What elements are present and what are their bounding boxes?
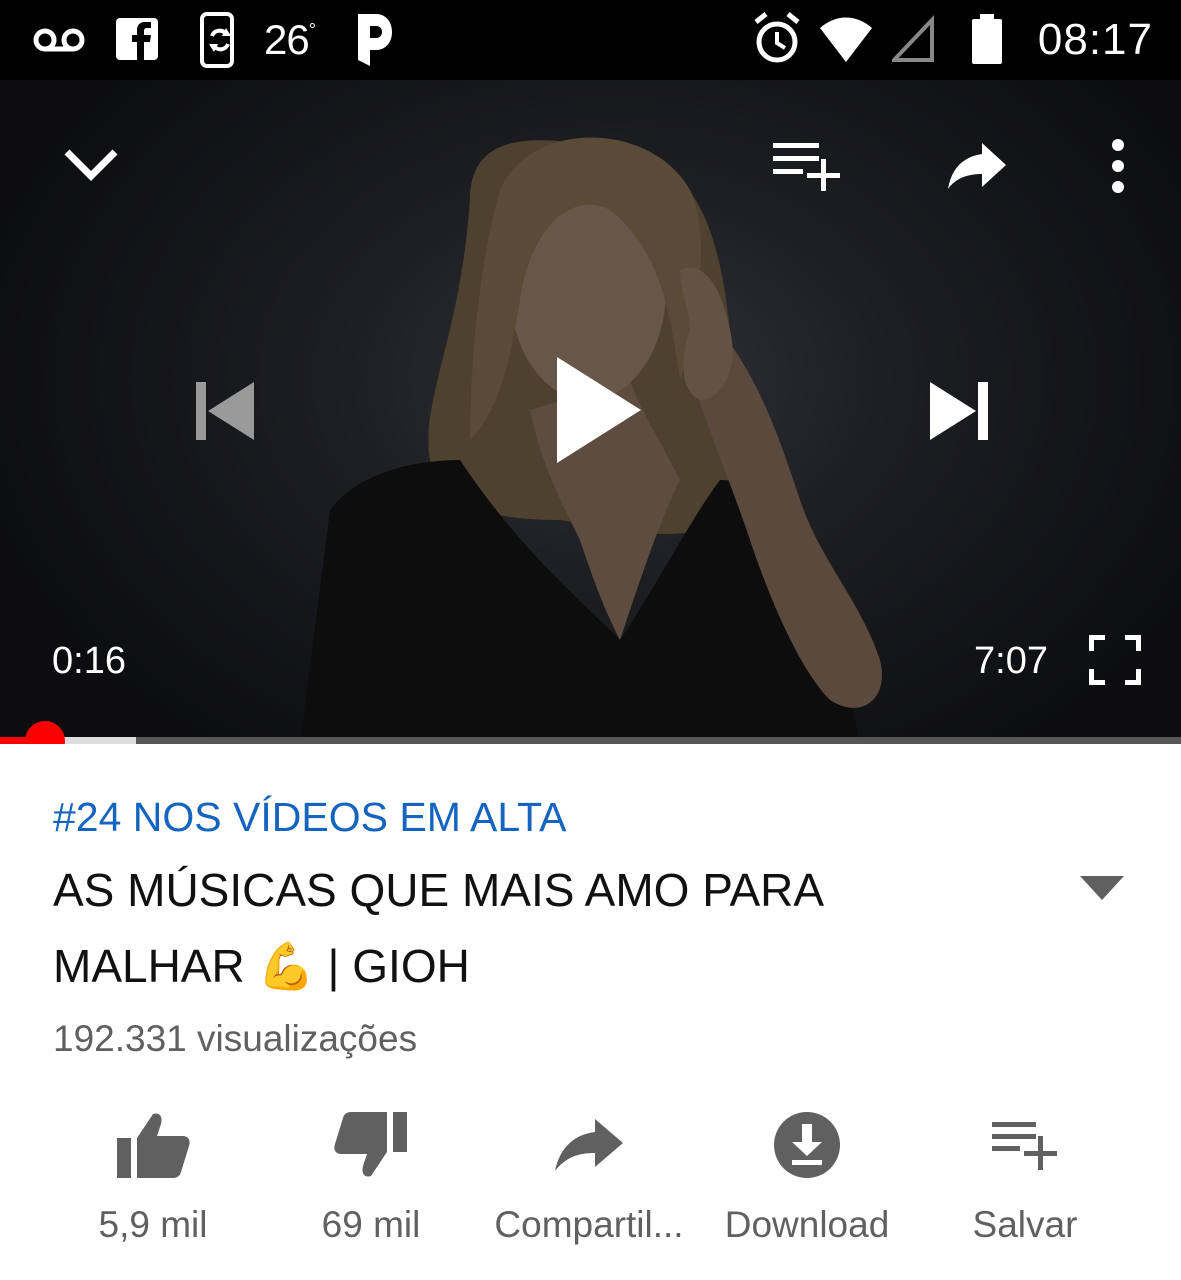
current-time: 0:16 bbox=[52, 640, 126, 682]
cell-signal-icon bbox=[892, 14, 934, 62]
download-icon-wrap bbox=[702, 1100, 912, 1190]
download-button[interactable]: Download bbox=[702, 1100, 912, 1260]
collapse-chevron-icon bbox=[64, 149, 118, 181]
dislike-icon-wrap bbox=[266, 1100, 476, 1190]
temperature: 26 ° bbox=[264, 0, 316, 80]
temperature-value: 26 bbox=[264, 16, 310, 63]
status-bar: 26 ° 08:17 bbox=[0, 0, 1181, 80]
play-icon bbox=[557, 357, 641, 463]
fullscreen-icon bbox=[1089, 635, 1141, 685]
share-button[interactable]: Compartil... bbox=[484, 1100, 694, 1260]
collapse-button[interactable] bbox=[56, 134, 126, 194]
add-to-queue-button[interactable] bbox=[770, 136, 842, 196]
add-to-queue-icon bbox=[773, 143, 840, 191]
expand-description-icon[interactable] bbox=[1078, 870, 1126, 906]
like-button[interactable]: 5,9 mil bbox=[48, 1100, 258, 1260]
play-button[interactable] bbox=[546, 352, 650, 468]
fullscreen-button[interactable] bbox=[1084, 630, 1146, 690]
thumb-up-icon bbox=[117, 1113, 190, 1178]
share-video-button[interactable] bbox=[944, 136, 1010, 196]
save-label: Salvar bbox=[972, 1204, 1078, 1245]
pocket-casts-icon bbox=[358, 14, 392, 66]
wifi-icon bbox=[820, 17, 872, 62]
share-icon bbox=[555, 1119, 623, 1171]
like-icon-wrap bbox=[48, 1100, 258, 1190]
alarm-icon bbox=[754, 12, 800, 63]
share-icon-wrap bbox=[484, 1100, 694, 1190]
download-label: Download bbox=[724, 1204, 890, 1245]
save-button[interactable]: Salvar bbox=[920, 1100, 1130, 1260]
voicemail-icon bbox=[33, 28, 85, 52]
video-title-line1: AS MÚSICAS QUE MAIS AMO PARA bbox=[53, 864, 825, 916]
view-count: 192.331 visualizações bbox=[53, 1018, 418, 1059]
more-options-button[interactable] bbox=[1094, 136, 1142, 196]
save-icon-wrap bbox=[920, 1100, 1130, 1190]
previous-button[interactable] bbox=[184, 374, 264, 448]
next-icon bbox=[930, 382, 988, 440]
next-button[interactable] bbox=[920, 374, 1000, 448]
video-title-line2: MALHAR 💪 | GIOH bbox=[53, 940, 470, 992]
download-icon bbox=[774, 1112, 840, 1178]
thumb-down-icon bbox=[334, 1112, 407, 1177]
like-count: 5,9 mil bbox=[98, 1204, 208, 1245]
dislike-button[interactable]: 69 mil bbox=[266, 1100, 476, 1260]
phone-sync-icon bbox=[200, 12, 234, 68]
battery-icon bbox=[972, 14, 1002, 64]
video-title[interactable]: AS MÚSICAS QUE MAIS AMO PARA MALHAR 💪 | … bbox=[53, 852, 1043, 1004]
dislike-count: 69 mil bbox=[321, 1204, 421, 1245]
duration: 7:07 bbox=[974, 640, 1048, 682]
video-player[interactable]: 0:16 7:07 bbox=[0, 80, 1181, 744]
previous-icon bbox=[196, 382, 254, 440]
more-vert-icon bbox=[1112, 139, 1124, 193]
facebook-icon bbox=[116, 18, 158, 60]
trending-link[interactable]: #24 NOS VÍDEOS EM ALTA bbox=[53, 794, 566, 841]
clock: 08:17 bbox=[1037, 15, 1153, 64]
playlist-add-icon bbox=[992, 1122, 1057, 1170]
share-icon bbox=[948, 143, 1006, 189]
temperature-unit: ° bbox=[308, 19, 316, 40]
progress-bar[interactable] bbox=[0, 737, 1181, 744]
share-label: Compartil... bbox=[494, 1204, 684, 1245]
